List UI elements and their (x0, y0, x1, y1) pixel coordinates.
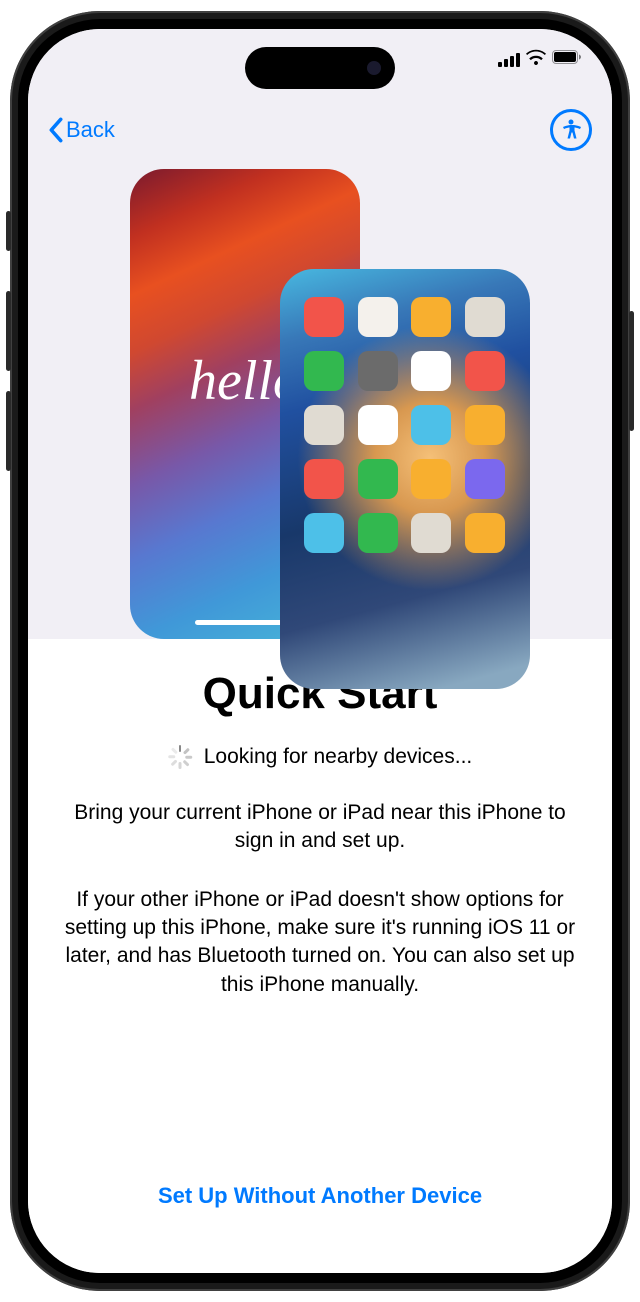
app-icon (465, 297, 505, 337)
app-icon (465, 351, 505, 391)
app-icon (358, 351, 398, 391)
mute-switch (6, 211, 11, 251)
instruction-text-2: If your other iPhone or iPad doesn't sho… (62, 886, 578, 999)
app-icon (465, 513, 505, 553)
app-icon (304, 351, 344, 391)
app-icon (411, 351, 451, 391)
volume-down (6, 391, 11, 471)
app-icon (411, 405, 451, 445)
app-icon (304, 405, 344, 445)
instruction-text-1: Bring your current iPhone or iPad near t… (62, 799, 578, 856)
app-icon (304, 513, 344, 553)
chevron-left-icon (48, 117, 64, 143)
back-button[interactable]: Back (48, 117, 115, 143)
status-row: Looking for nearby devices... (168, 745, 473, 769)
accessibility-icon (559, 118, 583, 142)
accessibility-button[interactable] (550, 109, 592, 151)
screen: Back hello (28, 29, 612, 1273)
status-bar (498, 49, 582, 70)
setup-manually-button[interactable]: Set Up Without Another Device (158, 1183, 482, 1233)
app-icon (411, 459, 451, 499)
spinner-icon (168, 745, 192, 769)
app-icon (465, 459, 505, 499)
phone-frame: Back hello (10, 11, 630, 1291)
content-section: Quick Start Looking for nearby devices..… (28, 639, 612, 1273)
illustration-phone-home (280, 269, 530, 689)
volume-up (6, 291, 11, 371)
status-text: Looking for nearby devices... (204, 745, 473, 769)
app-grid (304, 297, 506, 553)
power-button (629, 311, 634, 431)
app-icon (411, 513, 451, 553)
app-icon (411, 297, 451, 337)
battery-icon (552, 50, 582, 69)
device-illustration: hello (110, 169, 530, 669)
app-icon (304, 297, 344, 337)
app-icon (465, 405, 505, 445)
wifi-icon (526, 49, 546, 70)
hero-section: Back hello (28, 29, 612, 639)
app-icon (358, 297, 398, 337)
app-icon (358, 459, 398, 499)
app-icon (358, 405, 398, 445)
app-icon (304, 459, 344, 499)
dynamic-island (245, 47, 395, 89)
app-icon (358, 513, 398, 553)
cellular-icon (498, 53, 520, 67)
back-label: Back (66, 117, 115, 143)
